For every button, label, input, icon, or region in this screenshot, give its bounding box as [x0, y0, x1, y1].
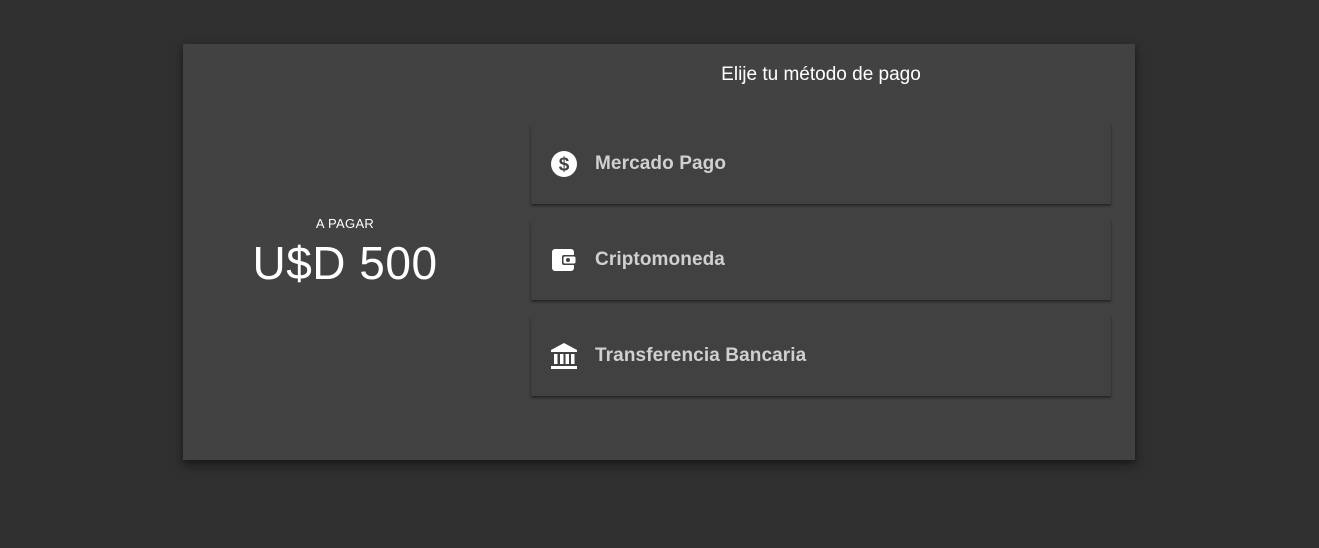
wallet-icon: [549, 245, 579, 275]
method-label: Transferencia Bancaria: [595, 345, 807, 366]
payment-card: A PAGAR U$D 500 Elije tu método de pago …: [183, 44, 1135, 460]
methods-title: Elije tu método de pago: [721, 64, 921, 85]
method-label: Mercado Pago: [595, 153, 727, 174]
method-criptomoneda-button[interactable]: Criptomoneda: [531, 220, 1111, 300]
amount-label: A PAGAR: [315, 215, 375, 231]
method-transferencia-bancaria-button[interactable]: Transferencia Bancaria: [531, 316, 1111, 396]
bank-icon: [549, 341, 579, 371]
dollar-circle-icon: $: [549, 149, 579, 179]
method-mercado-pago-button[interactable]: $ Mercado Pago: [531, 124, 1111, 204]
amount-value: U$D 500: [252, 236, 438, 289]
svg-text:$: $: [559, 155, 570, 176]
method-label: Criptomoneda: [595, 249, 725, 270]
amount-panel: A PAGAR U$D 500: [183, 44, 507, 460]
